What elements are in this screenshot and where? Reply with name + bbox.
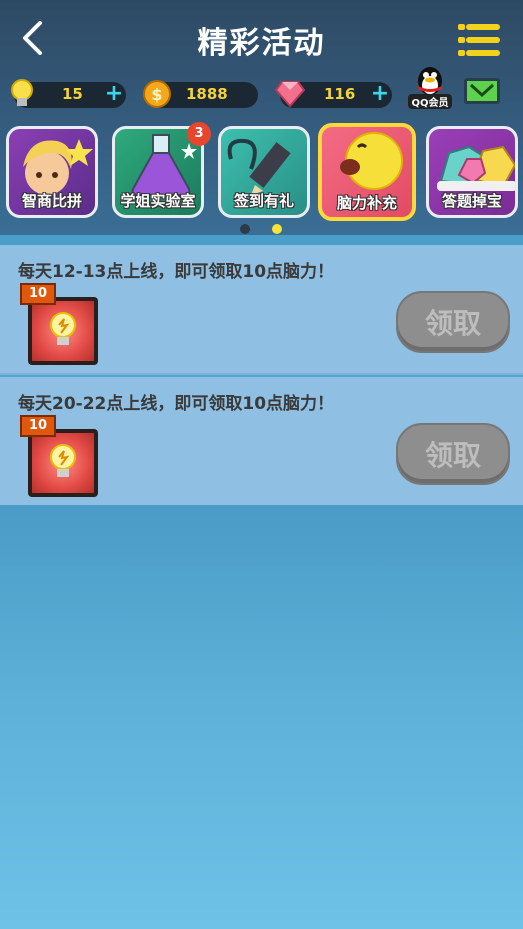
background-area [0,505,523,929]
gems-counter: 116 + [274,81,392,108]
yellow-face-icon [340,132,403,190]
mail-button[interactable] [464,78,500,104]
reward-row: 每天12-13点上线，即可领取10点脑力！ 10 领取 [0,245,523,375]
pen-icon [227,138,291,195]
header: 精彩活动 15 + $ 1888 116 + QQ会员 智商比拼 学姐实验室 签… [0,0,523,235]
energy-value: 15 [62,85,83,103]
notification-badge: 3 [187,122,211,146]
lightbulb-icon [50,444,76,477]
energy-add-button[interactable]: + [104,83,124,105]
reward-card: 10 [20,283,98,365]
activity-tile-quiz-drop[interactable]: 答题掉宝 [426,126,518,218]
activity-label: 答题掉宝 [441,192,502,210]
diamond-icon [274,81,306,108]
gems-pile-icon [437,145,515,191]
energy-counter: 15 + [11,79,126,108]
carousel-dot[interactable] [240,224,250,234]
activity-label: 签到有礼 [233,192,294,210]
reward-count-tag: 10 [20,415,56,437]
activity-tile-iq-battle[interactable]: 智商比拼 [6,126,98,218]
envelope-icon [469,83,495,98]
reward-card: 10 [20,415,98,497]
coins-counter: $ 1888 [143,80,258,108]
reward-row: 每天20-22点上线，即可领取10点脑力！ 10 领取 [0,377,523,507]
page-title: 精彩活动 [197,26,326,61]
reward-description: 每天20-22点上线，即可领取10点脑力！ [18,394,335,414]
coins-value: 1888 [186,85,228,103]
activity-label: 智商比拼 [21,192,82,210]
svg-text:$: $ [151,85,162,104]
menu-button[interactable] [458,20,504,62]
gems-add-button[interactable]: + [370,83,390,105]
activity-tile-brain-refill[interactable]: 脑力补充 [318,123,416,221]
qq-member-button[interactable]: QQ会员 [408,64,452,110]
qq-member-label: QQ会员 [408,94,452,109]
claim-button[interactable]: 领取 [396,423,510,485]
dollar-coin-icon: $ [143,80,171,108]
penguin-icon [418,67,442,95]
gems-value: 116 [324,85,356,103]
lightbulb-icon [50,312,76,345]
reward-description: 每天12-13点上线，即可领取10点脑力！ [18,262,335,282]
activity-label: 脑力补充 [336,194,397,212]
lightbulb-icon [11,79,33,106]
smart-kid-icon [23,139,93,195]
activity-tile-signin[interactable]: 签到有礼 [218,126,310,218]
claim-button[interactable]: 领取 [396,291,510,353]
reward-count-tag: 10 [20,283,56,305]
activity-carousel[interactable]: 智商比拼 学姐实验室 签到有礼 脑力补充 答题掉宝 [0,122,523,222]
carousel-dot-active[interactable] [272,224,282,234]
activity-label: 学姐实验室 [120,192,196,210]
